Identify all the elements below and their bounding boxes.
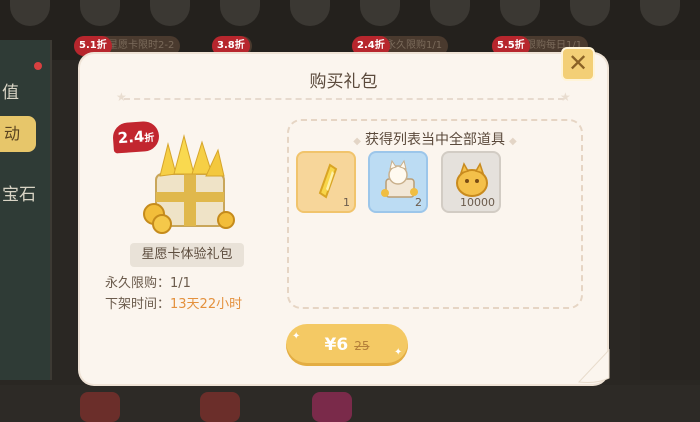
background-tag-discount: 5.1折 [74, 36, 112, 56]
background-shop-tag[interactable]: 5.1折 星愿卡限时2-2 [74, 36, 181, 56]
delist-time-label: 下架时间： [105, 297, 171, 312]
purchase-limit-row: 永久限购：1/1 [105, 272, 191, 291]
reward-list-panel: ◆ 获得列表当中全部道具 ◆ [287, 119, 583, 309]
notification-dot [34, 62, 42, 70]
background-tag-label: 永久限购1/1 [386, 40, 443, 51]
decor-bulb [150, 0, 190, 26]
sparkle-icon: ✦ [292, 331, 301, 342]
delist-time-value: 13天22小时 [170, 297, 243, 312]
title-divider [124, 98, 564, 100]
reward-item-count: 10000 [460, 196, 495, 209]
background-tag-label: 星愿卡限时2-2 [108, 40, 175, 51]
purchase-limit-label: 永久限购： [105, 276, 171, 291]
reward-list-title: ◆ 获得列表当中全部道具 ◆ [289, 129, 581, 149]
gift-box-icon [143, 134, 235, 234]
paper-curl-decor [577, 348, 610, 383]
left-menu-item-event[interactable]: 动 [0, 116, 36, 152]
background-item-decor [80, 392, 120, 422]
decor-bulb [570, 0, 610, 26]
decor-bulb [80, 0, 120, 26]
delist-time-row: 下架时间：13天22小时 [105, 293, 242, 312]
reward-list-title-text: 获得列表当中全部道具 [365, 132, 505, 148]
coin-bag-icon [456, 162, 488, 197]
background-shop-tag[interactable]: 2.4折 永久限购1/1 [352, 36, 449, 56]
background-item-decor [200, 392, 240, 422]
original-price: 25 [354, 339, 370, 353]
background-shop-tag[interactable]: 3.8折 [212, 36, 252, 56]
decor-bulb [430, 0, 470, 26]
wish-card-icon [318, 163, 338, 199]
buy-button[interactable]: ¥6 25 ✦ ✦ [286, 324, 408, 366]
close-button[interactable]: ✕ [561, 47, 595, 81]
cat-box-icon [381, 159, 418, 198]
decor-bulb [290, 0, 330, 26]
decor-bulb [220, 0, 260, 26]
left-menu-item-gems[interactable]: 宝石 [2, 180, 36, 205]
purchase-limit-value: 1/1 [170, 276, 191, 291]
decor-bulb [360, 0, 400, 26]
left-menu-item-recharge[interactable]: 值 [2, 78, 19, 103]
star-icon: ★ [560, 90, 571, 104]
current-price: ¥6 [324, 335, 349, 355]
sparkle-icon: ✦ [394, 347, 403, 358]
background-left-menu: 值 动 宝石 [0, 40, 52, 380]
reward-item-count: 1 [343, 196, 350, 209]
decor-bulb [640, 0, 680, 26]
decor-bulb [500, 0, 540, 26]
background-right-panel [640, 60, 700, 380]
package-name: 星愿卡体验礼包 [130, 243, 244, 267]
modal-title: 购买礼包 [309, 72, 378, 92]
background-item-decor [312, 392, 352, 422]
reward-item-cat-box[interactable]: 2 [368, 151, 428, 213]
diamond-icon: ◆ [353, 136, 361, 147]
background-tag-discount: 3.8折 [212, 36, 250, 56]
background-tag-discount: 2.4折 [352, 36, 390, 56]
reward-item-count: 2 [415, 196, 422, 209]
diamond-icon: ◆ [509, 136, 517, 147]
decor-bulb [10, 0, 50, 26]
reward-item-wish-card[interactable]: 1 [296, 151, 356, 213]
star-icon: ★ [116, 90, 127, 104]
background-tag-discount: 5.5折 [492, 36, 530, 56]
reward-item-coins[interactable]: 10000 [441, 151, 501, 213]
